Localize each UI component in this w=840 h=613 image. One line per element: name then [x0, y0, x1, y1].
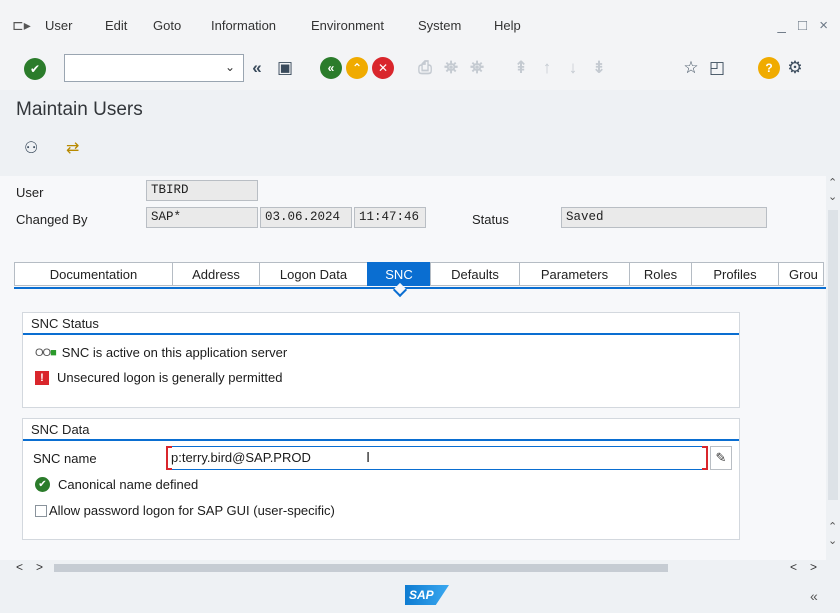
collapse-icon[interactable]: «: [810, 588, 818, 604]
previous-page-icon[interactable]: ↑: [536, 57, 558, 79]
tab-roles[interactable]: Roles: [629, 262, 691, 286]
tab-profiles[interactable]: Profiles: [691, 262, 778, 286]
snc-warning-text: Unsecured logon is generally permitted: [57, 370, 283, 385]
snc-status-group: SNC Status OO■ SNC is active on this app…: [22, 312, 740, 408]
scroll-left-icon[interactable]: <: [790, 560, 797, 574]
status-bar: SAP «: [0, 576, 840, 613]
snc-name-input[interactable]: p:terry.bird@SAP.PROD: [166, 446, 708, 470]
scroll-up-icon[interactable]: ⌃: [828, 176, 837, 189]
scroll-right-icon[interactable]: >: [36, 560, 43, 574]
status-label: Status: [472, 212, 509, 227]
tab-defaults[interactable]: Defaults: [430, 262, 519, 286]
input-focus-bracket-left: [166, 446, 172, 470]
menu-edit[interactable]: Edit: [105, 18, 127, 33]
text-cursor-icon: I: [366, 449, 371, 466]
changed-by-field[interactable]: SAP*: [146, 207, 258, 228]
print-icon[interactable]: ⎙: [414, 57, 436, 79]
help-icon[interactable]: ?: [758, 57, 780, 79]
menu-bar: ⊏▸ User Edit Goto Information Environmen…: [0, 0, 840, 52]
first-page-icon[interactable]: ⇞: [510, 57, 532, 79]
changed-time-field[interactable]: 11:47:46: [354, 207, 426, 228]
tab-strip: Documentation Address Logon Data SNC Def…: [14, 262, 824, 286]
scroll-down-icon[interactable]: ⌄: [828, 534, 837, 547]
user-field[interactable]: TBIRD: [146, 180, 258, 201]
last-page-icon[interactable]: ⇟: [588, 57, 610, 79]
snc-status-title: SNC Status: [23, 313, 739, 335]
tab-underline: [14, 287, 826, 289]
edit-pencil-icon[interactable]: ✎: [710, 446, 732, 470]
canonical-text: Canonical name defined: [58, 477, 199, 492]
scroll-thumb[interactable]: [828, 210, 838, 500]
canonical-row: ✔ Canonical name defined: [35, 477, 198, 492]
tab-parameters[interactable]: Parameters: [519, 262, 629, 286]
scroll-up-icon[interactable]: ⌃: [828, 520, 837, 533]
success-check-icon: ✔: [35, 477, 50, 492]
exit-icon[interactable]: ⌃: [346, 57, 368, 79]
page-title: Maintain Users: [16, 99, 143, 120]
menu-environment[interactable]: Environment: [311, 18, 384, 33]
snc-warning-row: ! Unsecured logon is generally permitted: [35, 370, 282, 385]
hscroll-thumb[interactable]: [54, 564, 668, 572]
command-field[interactable]: ⌄: [64, 54, 244, 82]
snc-name-label: SNC name: [33, 451, 97, 466]
gear-icon[interactable]: ⚙: [784, 57, 806, 79]
tab-address[interactable]: Address: [172, 262, 259, 286]
find-icon[interactable]: ⛯: [440, 57, 462, 79]
menu-help[interactable]: Help: [494, 18, 521, 33]
changed-by-label: Changed By: [16, 212, 88, 227]
tab-groups[interactable]: Grou: [778, 262, 824, 286]
menu-goto[interactable]: Goto: [153, 18, 181, 33]
system-toolbar: ✔ ⌄ « ▣ « ⌃ ✕ ⎙ ⛯ ⛯ ⇞ ↑ ↓ ⇟ ☆ ◰ ? ⚙: [0, 52, 840, 90]
snc-active-text: SNC is active on this application server: [61, 345, 288, 360]
traffic-light-icon: OO■: [35, 346, 57, 359]
other-user-icon[interactable]: ⇄: [66, 138, 79, 158]
cancel-icon[interactable]: ✕: [372, 57, 394, 79]
title-bar: Maintain Users: [0, 90, 840, 130]
status-field[interactable]: Saved: [561, 207, 767, 228]
shortcut-icon[interactable]: ◰: [706, 57, 728, 79]
snc-name-value: p:terry.bird@SAP.PROD: [171, 450, 311, 465]
tab-logon-data[interactable]: Logon Data: [259, 262, 367, 286]
snc-active-row: OO■ SNC is active on this application se…: [35, 345, 287, 360]
next-page-icon[interactable]: ↓: [562, 57, 584, 79]
menu-icon[interactable]: ⊏▸: [12, 17, 31, 34]
application-toolbar: ⚇ ⇄: [0, 130, 840, 176]
vertical-scrollbar[interactable]: ⌃ ⌄ ⌃ ⌄: [826, 176, 840, 560]
password-logon-label: Allow password logon for SAP GUI (user-s…: [49, 503, 335, 518]
scroll-left-icon[interactable]: <: [16, 560, 23, 574]
tab-snc[interactable]: SNC: [367, 262, 430, 286]
error-icon: !: [35, 370, 49, 385]
tab-documentation[interactable]: Documentation: [14, 262, 172, 286]
menu-system[interactable]: System: [418, 18, 461, 33]
chevron-down-icon[interactable]: ⌄: [225, 60, 235, 74]
snc-data-title: SNC Data: [23, 419, 739, 441]
input-focus-bracket-right: [702, 446, 708, 470]
user-label: User: [16, 185, 44, 200]
sap-logo: SAP: [405, 585, 449, 605]
enter-check-icon[interactable]: ✔: [24, 58, 46, 80]
snc-data-group: SNC Data SNC name ✔ Canonical name defin…: [22, 418, 740, 540]
find-next-icon[interactable]: ⛯: [466, 57, 488, 79]
display-change-icon[interactable]: ⚇: [24, 138, 38, 158]
back-icon[interactable]: «: [320, 57, 342, 79]
scroll-right-icon[interactable]: >: [810, 560, 817, 574]
horizontal-scrollbar[interactable]: < > < >: [0, 560, 840, 576]
save-icon[interactable]: ▣: [274, 57, 296, 79]
new-session-icon[interactable]: ☆: [680, 57, 702, 79]
changed-date-field[interactable]: 03.06.2024: [260, 207, 352, 228]
menu-user[interactable]: User: [45, 18, 72, 33]
password-logon-checkbox[interactable]: [35, 504, 47, 517]
menu-information[interactable]: Information: [211, 18, 276, 33]
scroll-down-icon[interactable]: ⌄: [828, 190, 837, 203]
back-arrows-icon[interactable]: «: [246, 57, 268, 79]
window-controls[interactable]: _ □ ×: [778, 17, 833, 34]
password-logon-row: Allow password logon for SAP GUI (user-s…: [35, 503, 335, 518]
